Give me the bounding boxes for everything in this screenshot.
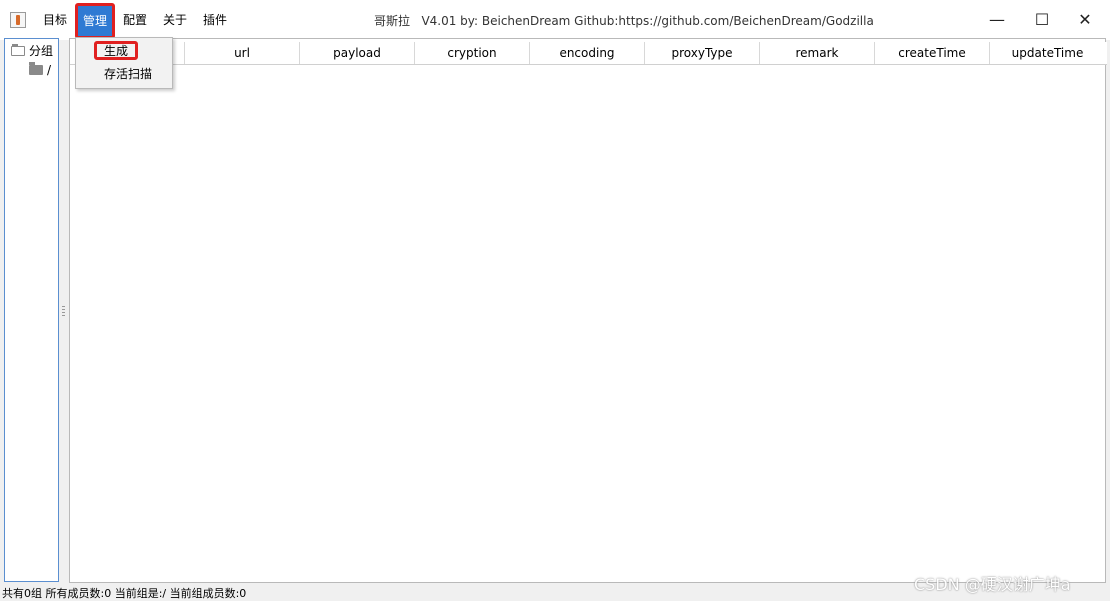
column-header[interactable]: remark (760, 42, 875, 64)
tree-child-label: / (47, 63, 52, 77)
close-icon[interactable]: ✕ (1071, 6, 1099, 34)
column-header[interactable]: payload (300, 42, 415, 64)
group-tree[interactable]: 分组 / (4, 38, 59, 582)
column-header[interactable]: encoding (530, 42, 645, 64)
menu-manage[interactable]: 管理 (75, 3, 116, 39)
menu-item-generate[interactable]: 生成 (104, 40, 164, 62)
column-header[interactable]: url (185, 42, 300, 64)
folder-open-icon (11, 44, 25, 56)
maximize-icon[interactable]: ☐ (1028, 6, 1056, 34)
menu-about[interactable]: 关于 (159, 8, 191, 32)
folder-icon (29, 62, 43, 75)
manage-dropdown-menu: 生成 存活扫描 (75, 37, 173, 89)
title-menu-bar: 目标 管理 配置 关于 插件 哥斯拉 V4.01 by: BeichenDrea… (0, 0, 1110, 40)
tree-child[interactable]: / (29, 61, 51, 79)
table-header: url payload cryption encoding proxyType … (70, 42, 1107, 65)
menu-config[interactable]: 配置 (119, 8, 151, 32)
split-pane-handle[interactable] (62, 306, 65, 318)
tree-root-label: 分组 (29, 44, 54, 58)
column-header[interactable]: updateTime (990, 42, 1105, 64)
minimize-icon[interactable]: — (983, 6, 1011, 34)
tree-root[interactable]: 分组 (11, 42, 53, 60)
menu-plugins[interactable]: 插件 (199, 8, 231, 32)
window-title: 哥斯拉 V4.01 by: BeichenDream Github:https:… (374, 14, 874, 28)
java-app-icon[interactable] (10, 12, 26, 28)
godzilla-window: 目标 管理 配置 关于 插件 哥斯拉 V4.01 by: BeichenDrea… (0, 0, 1110, 601)
csdn-watermark: CSDN @硬汉谢广坤a (914, 575, 1071, 594)
column-header[interactable]: proxyType (645, 42, 760, 64)
menu-target[interactable]: 目标 (39, 8, 71, 32)
column-header[interactable]: createTime (875, 42, 990, 64)
shell-table[interactable]: url payload cryption encoding proxyType … (69, 38, 1107, 583)
column-header[interactable]: cryption (415, 42, 530, 64)
menu-item-alive-scan[interactable]: 存活扫描 (104, 63, 172, 85)
